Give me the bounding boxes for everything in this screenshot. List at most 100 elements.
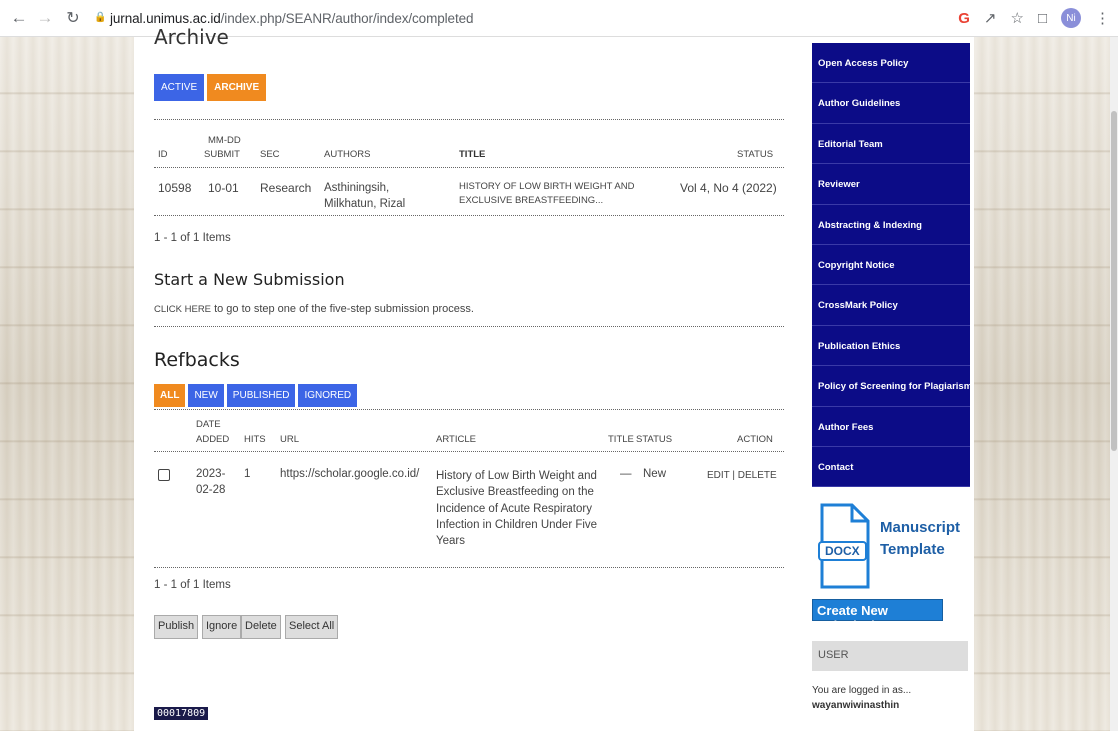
divider <box>154 215 784 216</box>
template-line-1: Manuscript <box>880 519 961 536</box>
delete-link[interactable]: DELETE <box>738 470 777 481</box>
lock-icon[interactable]: 🔒 <box>94 12 106 24</box>
archive-item-count: 1 - 1 of 1 Items <box>154 232 231 244</box>
url-path: /index.php/SEANR/author/index/completed <box>220 10 474 26</box>
archive-tabs: ACTIVE ARCHIVE <box>154 74 267 101</box>
user-box-heading: USER <box>812 641 968 671</box>
refback-checkbox[interactable] <box>158 469 170 481</box>
reload-icon[interactable]: ↻ <box>62 8 84 28</box>
article-line: Exclusive Breastfeeding on the <box>436 486 594 499</box>
back-icon[interactable]: ← <box>8 8 30 28</box>
col-authors: AUTHORS <box>324 149 371 160</box>
sidebar-item-author-guidelines[interactable]: Author Guidelines <box>812 83 970 124</box>
click-here-link[interactable]: CLICK HERE <box>154 304 211 315</box>
manuscript-template-link[interactable]: DOCX Manuscript Template <box>816 497 966 593</box>
page-scrollbar[interactable] <box>1110 37 1118 731</box>
forward-icon[interactable]: → <box>34 8 56 28</box>
new-submission-text: to go to step one of the five-step submi… <box>214 303 474 315</box>
logged-in-label: You are logged in as... <box>812 685 912 696</box>
col-added: ADDED <box>196 434 230 445</box>
template-line-2: Template <box>880 541 945 558</box>
select-all-button[interactable]: Select All <box>285 615 339 639</box>
article-line: History of Low Birth Weight and <box>436 470 597 482</box>
row-hits: 1 <box>244 468 251 480</box>
share-icon[interactable]: ↗ <box>984 9 997 27</box>
row-date-1: 2023- <box>196 468 226 480</box>
tab-published[interactable]: PUBLISHED <box>226 384 296 407</box>
docx-badge: DOCX <box>818 541 867 561</box>
sidebar-item-author-fees[interactable]: Author Fees <box>812 406 970 447</box>
col-submit: SUBMIT <box>204 149 240 160</box>
col-ref-status: STATUS <box>636 434 673 445</box>
scroll-thumb[interactable] <box>1111 111 1117 451</box>
row-title-link-1[interactable]: HISTORY OF LOW BIRTH WEIGHT AND <box>459 180 634 193</box>
col-title: TITLE <box>459 149 486 160</box>
sidebar-item-crossmark[interactable]: CrossMark Policy <box>812 285 970 326</box>
col-action: ACTION <box>737 434 773 445</box>
tab-active[interactable]: ACTIVE <box>154 74 205 101</box>
sidebar-menu: Open Access Policy Author Guidelines Edi… <box>812 43 972 488</box>
row-status: Vol 4, No 4 (2022) <box>680 181 777 195</box>
google-icon[interactable]: G <box>958 10 970 27</box>
edit-link[interactable]: EDIT <box>707 470 730 481</box>
tab-all[interactable]: ALL <box>154 384 186 407</box>
new-submission-heading: Start a New Submission <box>154 270 345 289</box>
right-sidebar: Open Access Policy Author Guidelines Edi… <box>808 37 974 731</box>
address-bar[interactable]: jurnal.unimus.ac.id/index.php/SEANR/auth… <box>110 10 474 26</box>
menu-icon[interactable]: ⋮ <box>1095 9 1110 27</box>
divider <box>154 167 784 168</box>
row-date: 10-01 <box>208 181 239 195</box>
refbacks-heading: Refbacks <box>154 349 240 371</box>
col-mmdd: MM-DD <box>208 135 241 146</box>
article-line: Infection in Children Under Five <box>436 518 598 531</box>
sidebar-item-abstracting[interactable]: Abstracting & Indexing <box>812 204 970 245</box>
col-article: ARTICLE <box>436 434 476 445</box>
row-authors-2: Milkhatun, Rizal <box>324 198 406 210</box>
ignore-button[interactable]: Ignore <box>202 615 242 639</box>
article-line: Years <box>436 535 465 548</box>
username: wayanwiwinasthin <box>812 700 900 711</box>
footer-id-badge: 00017809 <box>154 707 209 720</box>
star-icon[interactable]: ☆ <box>1010 9 1023 27</box>
row-ref-status: New <box>643 468 667 480</box>
sidepanel-icon[interactable]: □ <box>1038 10 1047 27</box>
col-sec: SEC <box>260 149 280 160</box>
sidebar-item-contact[interactable]: Contact <box>812 446 970 488</box>
sidebar-item-reviewer[interactable]: Reviewer <box>812 164 970 205</box>
tab-new[interactable]: NEW <box>188 384 224 407</box>
divider <box>154 567 784 568</box>
tab-ignored[interactable]: IGNORED <box>298 384 358 407</box>
refback-item-count: 1 - 1 of 1 Items <box>154 579 231 591</box>
publish-button[interactable]: Publish <box>154 615 199 639</box>
sidebar-item-ethics[interactable]: Publication Ethics <box>812 325 970 367</box>
col-url: URL <box>280 434 300 445</box>
sidebar-item-open-access[interactable]: Open Access Policy <box>812 43 970 84</box>
row-id: 10598 <box>158 181 192 195</box>
col-date: DATE <box>196 419 221 430</box>
divider <box>154 326 784 327</box>
sidebar-item-plagiarism[interactable]: Policy of Screening for Plagiarism <box>812 366 972 407</box>
divider <box>154 451 784 452</box>
col-hits: HITS <box>244 434 266 445</box>
main-content: Archive ACTIVE ARCHIVE ID MM-DD SUBMIT S… <box>134 25 808 731</box>
row-title-link-2[interactable]: EXCLUSIVE BREASTFEEDING... <box>459 194 603 207</box>
sidebar-item-editorial-team[interactable]: Editorial Team <box>812 123 970 165</box>
archive-heading: Archive <box>154 25 229 49</box>
url-domain: jurnal.unimus.ac.id <box>110 10 221 26</box>
col-status: STATUS <box>737 149 774 160</box>
article-line: Incidence of Acute Respiratory <box>436 502 592 515</box>
create-new-submission-button[interactable]: Create New Submission <box>812 599 943 633</box>
refback-tabs: ALL NEW PUBLISHED IGNORED <box>154 384 358 407</box>
sidebar-item-copyright[interactable]: Copyright Notice <box>812 244 970 286</box>
row-sec: Research <box>260 181 312 195</box>
row-url-link[interactable]: https://scholar.google.co.id/ <box>280 468 419 481</box>
tab-archive[interactable]: ARCHIVE <box>207 74 267 101</box>
divider <box>154 409 784 410</box>
avatar[interactable]: Ni <box>1061 8 1081 28</box>
delete-button[interactable]: Delete <box>241 615 281 639</box>
divider <box>154 119 784 120</box>
row-date-2: 02-28 <box>196 484 226 496</box>
row-article: History of Low Birth Weight and Exclusiv… <box>436 468 606 549</box>
col-ref-title: TITLE <box>608 434 634 445</box>
row-ref-title: — <box>620 468 632 480</box>
